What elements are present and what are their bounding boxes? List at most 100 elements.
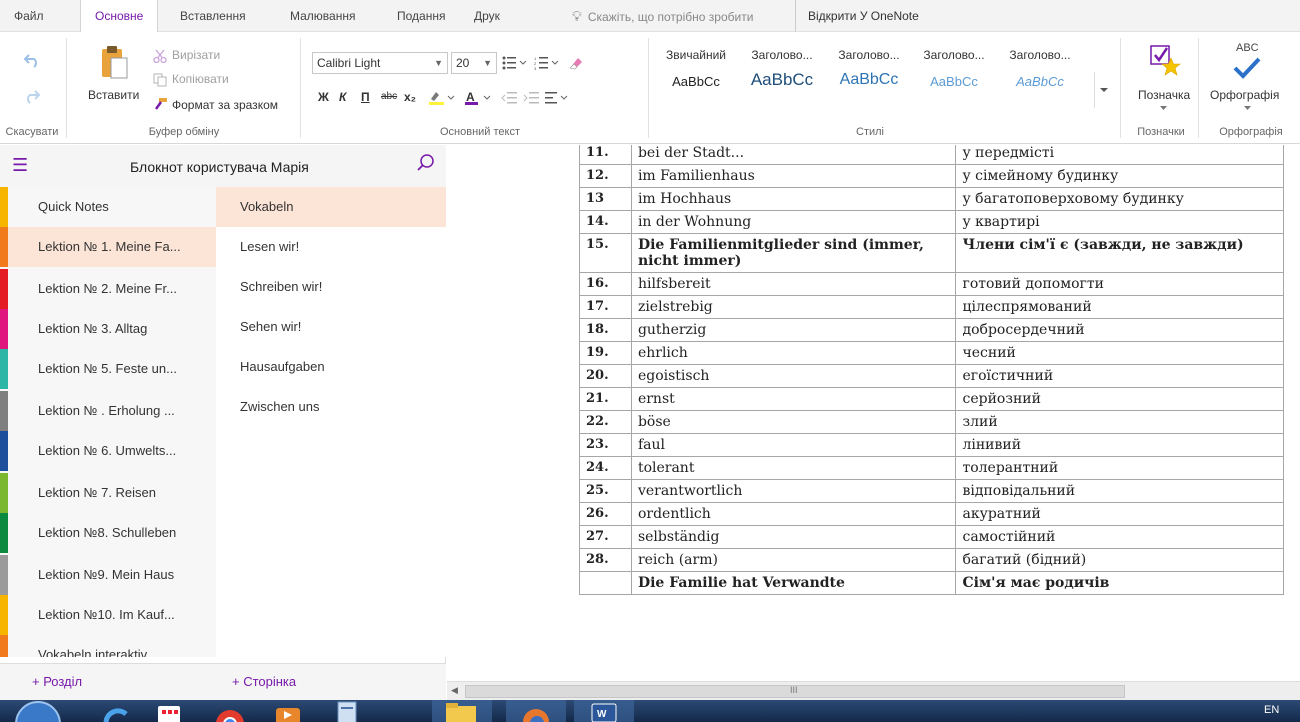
german-word[interactable]: in der Wohnung <box>630 210 957 234</box>
tab-insert[interactable]: Вставлення <box>180 0 246 32</box>
font-name-dropdown[interactable]: Calibri Light ▼ <box>312 52 448 74</box>
row-number[interactable]: 17. <box>579 295 632 319</box>
file-explorer-icon[interactable] <box>432 700 492 722</box>
style-heading-2[interactable]: Заголово... AaBbCc <box>830 42 908 114</box>
tab-print[interactable]: Друк <box>474 0 500 32</box>
row-number[interactable]: 18. <box>579 318 632 342</box>
paste-icon[interactable] <box>96 42 132 82</box>
german-word[interactable]: reich (arm) <box>630 548 957 572</box>
row-number[interactable]: 12. <box>579 164 632 188</box>
german-word[interactable]: im Hochhaus <box>630 187 957 211</box>
ukrainian-translation[interactable]: багатий (бідний) <box>955 548 1284 572</box>
strikethrough-button[interactable]: abc <box>381 91 397 102</box>
table-row[interactable]: 16. hilfsbereit готовий допомогти <box>579 272 1284 296</box>
app-store-icon[interactable] <box>148 700 188 722</box>
undo-icon[interactable] <box>20 50 44 70</box>
page-tab[interactable]: Vokabeln <box>216 187 446 227</box>
ukrainian-translation[interactable]: добросердечний <box>955 318 1284 342</box>
row-number[interactable]: 20. <box>579 364 632 388</box>
chrome-icon[interactable] <box>210 700 250 722</box>
section-tab[interactable]: Lektion № 7. Reisen <box>0 473 216 513</box>
german-word[interactable]: hilfsbereit <box>630 272 957 296</box>
row-number[interactable]: 13 <box>579 187 632 211</box>
notepad-icon[interactable] <box>326 700 366 722</box>
german-word[interactable]: ernst <box>630 387 957 411</box>
tab-file[interactable]: Файл <box>14 0 44 32</box>
table-row[interactable]: 17. zielstrebig цілеспрямований <box>579 295 1284 319</box>
row-number[interactable]: 19. <box>579 341 632 365</box>
row-number[interactable]: 11. <box>579 145 632 165</box>
ukrainian-translation[interactable]: егоїстичний <box>955 364 1284 388</box>
german-word[interactable]: selbständig <box>630 525 957 549</box>
row-number[interactable]: 15. <box>579 233 632 273</box>
styles-gallery-more[interactable] <box>1094 72 1112 108</box>
chevron-down-icon[interactable] <box>1158 104 1168 112</box>
section-tab[interactable]: Lektion № 5. Feste un... <box>0 349 216 389</box>
section-tab[interactable]: Vokabeln interaktiv <box>0 635 216 657</box>
cut-button[interactable]: Вирізати <box>172 48 220 62</box>
table-row[interactable]: 27. selbständig самостійний <box>579 525 1284 549</box>
german-word[interactable]: Die Familienmitglieder sind (immer, nich… <box>630 233 957 273</box>
search-icon[interactable] <box>416 153 436 178</box>
ukrainian-translation[interactable]: серйозний <box>955 387 1284 411</box>
row-number[interactable]: 21. <box>579 387 632 411</box>
style-normal[interactable]: Звичайний AaBbCc <box>658 42 734 114</box>
german-word[interactable]: bei der Stadt... <box>630 145 957 165</box>
spelling-check-icon[interactable] <box>1230 54 1264 82</box>
table-row[interactable]: 15. Die Familienmitglieder sind (immer, n… <box>579 233 1284 273</box>
firefox-icon[interactable] <box>506 700 566 722</box>
ukrainian-translation[interactable]: Члени сім'ї є (завжди, не завжди) <box>955 233 1284 273</box>
german-word[interactable]: zielstrebig <box>630 295 957 319</box>
page-tab[interactable]: Lesen wir! <box>216 227 446 267</box>
style-heading-1[interactable]: Заголово... AaBbCc <box>740 42 824 114</box>
ukrainian-translation[interactable]: акуратний <box>955 502 1284 526</box>
increase-indent-icon[interactable] <box>520 88 542 108</box>
table-row[interactable]: 13 im Hochhaus у багатоповерховому будинку <box>579 187 1284 211</box>
table-row[interactable]: 25. verantwortlich відповідальний <box>579 479 1284 503</box>
german-word[interactable]: böse <box>630 410 957 434</box>
ukrainian-translation[interactable]: відповідальний <box>955 479 1284 503</box>
language-indicator[interactable]: EN <box>1264 704 1279 716</box>
row-number[interactable]: 14. <box>579 210 632 234</box>
table-row[interactable]: Die Familie hat Verwandte Сім'я має родич… <box>579 571 1284 595</box>
row-number[interactable]: 26. <box>579 502 632 526</box>
style-heading-3[interactable]: Заголово... AaBbCc <box>914 42 994 114</box>
table-row[interactable]: 21. ernst серйозний <box>579 387 1284 411</box>
copy-button[interactable]: Копіювати <box>172 72 229 86</box>
scroll-left-icon[interactable]: ◀ <box>451 685 458 696</box>
start-button-icon[interactable] <box>8 700 68 722</box>
media-player-icon[interactable] <box>266 700 306 722</box>
table-row[interactable]: 22. böse злий <box>579 410 1284 434</box>
row-number[interactable]: 22. <box>579 410 632 434</box>
open-in-onenote-button[interactable]: Відкрити У OneNote <box>795 0 919 32</box>
page-tab[interactable]: Zwischen uns <box>216 387 446 427</box>
subscript-button[interactable]: x₂ <box>404 90 416 104</box>
bullets-icon[interactable] <box>500 52 530 74</box>
ukrainian-translation[interactable]: у передмісті <box>955 145 1284 165</box>
german-word[interactable]: gutherzig <box>630 318 957 342</box>
section-tab[interactable]: Lektion № 1. Meine Fa... <box>0 227 216 267</box>
ukrainian-translation[interactable]: чесний <box>955 341 1284 365</box>
tell-me-box[interactable]: 💡︎ Скажіть, що потрібно зробити <box>572 0 753 32</box>
redo-icon[interactable] <box>20 86 44 106</box>
row-number[interactable]: 27. <box>579 525 632 549</box>
paste-button-label[interactable]: Вставити <box>88 88 139 102</box>
decrease-indent-icon[interactable] <box>498 88 520 108</box>
ukrainian-translation[interactable]: злий <box>955 410 1284 434</box>
table-row[interactable]: 18. gutherzig добросердечний <box>579 318 1284 342</box>
tab-home[interactable]: Основне <box>80 0 159 33</box>
table-row[interactable]: 24. tolerant толерантний <box>579 456 1284 480</box>
page-tab[interactable]: Sehen wir! <box>216 307 446 347</box>
tab-view[interactable]: Подання <box>397 0 445 32</box>
page-canvas[interactable]: 11. bei der Stadt... у передмісті 12. im Fam… <box>447 145 1300 680</box>
table-row[interactable]: 23. faul лінивий <box>579 433 1284 457</box>
font-color-icon[interactable]: A <box>462 88 496 108</box>
section-tab[interactable]: Lektion №8. Schulleben <box>0 513 216 553</box>
row-number[interactable]: 24. <box>579 456 632 480</box>
german-word[interactable]: im Familienhaus <box>630 164 957 188</box>
section-tab[interactable]: Lektion № . Erholung ... <box>0 391 216 431</box>
ukrainian-translation[interactable]: у сімейному будинку <box>955 164 1284 188</box>
section-tab[interactable]: Lektion №9. Mein Haus <box>0 555 216 595</box>
table-row[interactable]: 19. ehrlich чесний <box>579 341 1284 365</box>
word-icon[interactable]: W <box>574 700 634 722</box>
